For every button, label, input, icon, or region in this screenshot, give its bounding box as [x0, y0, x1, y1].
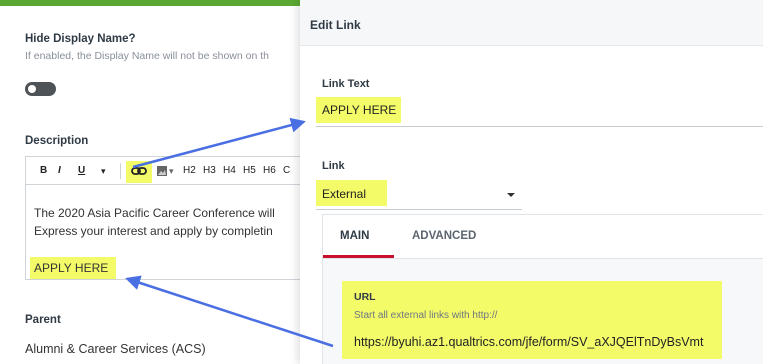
url-help: Start all external links with http://: [354, 310, 498, 321]
accent-bar: [0, 0, 300, 6]
description-label: Description: [25, 135, 89, 147]
apply-here-link[interactable]: APPLY HERE: [34, 261, 108, 275]
modal-header: Edit Link: [300, 0, 763, 46]
link-text-underline: [316, 126, 763, 127]
hide-display-name-toggle[interactable]: [25, 82, 56, 96]
heading-5-button[interactable]: H5: [243, 157, 256, 185]
toolbar-divider: [120, 163, 121, 179]
link-text-label: Link Text: [322, 78, 370, 90]
italic-button[interactable]: I: [58, 157, 61, 185]
hide-display-name-label: Hide Display Name?: [25, 33, 136, 45]
description-line: Express your interest and apply by compl…: [34, 224, 273, 238]
edit-link-panel: Edit Link Link Text APPLY HERE Link Exte…: [300, 0, 763, 364]
link-text-input[interactable]: APPLY HERE: [322, 103, 396, 117]
image-icon[interactable]: [156, 157, 168, 185]
parent-value[interactable]: Alumni & Career Services (ACS): [25, 342, 206, 356]
link-type-select[interactable]: External: [322, 187, 366, 201]
tab-advanced[interactable]: ADVANCED: [412, 215, 476, 257]
url-input[interactable]: https://byuhi.az1.qualtrics.com/jfe/form…: [354, 335, 703, 349]
underline-button[interactable]: U: [78, 157, 85, 185]
description-line: The 2020 Asia Pacific Career Conference …: [34, 206, 275, 220]
bold-button[interactable]: B: [40, 157, 47, 185]
image-dropdown-caret[interactable]: ▾: [169, 157, 174, 185]
hide-display-name-help: If enabled, the Display Name will not be…: [25, 50, 269, 62]
heading-3-button[interactable]: H3: [203, 157, 216, 185]
content-form: Hide Display Name? If enabled, the Displ…: [0, 0, 300, 364]
tab-main[interactable]: MAIN: [340, 215, 369, 257]
link-icon[interactable]: [131, 157, 147, 185]
chevron-down-icon[interactable]: [507, 193, 515, 197]
heading-2-button[interactable]: H2: [183, 157, 196, 185]
heading-6-button[interactable]: H6: [263, 157, 276, 185]
modal-title: Edit Link: [310, 18, 361, 32]
link-type-label: Link: [322, 160, 345, 172]
parent-label: Parent: [25, 314, 61, 326]
link-type-underline: [316, 209, 522, 210]
toggle-knob: [28, 85, 36, 93]
editor-toolbar: B I U ▾ ▾ H2 H3 H4 H5 H6 C: [26, 157, 300, 185]
text-format-dropdown[interactable]: ▾: [101, 157, 106, 185]
url-label: URL: [354, 291, 376, 303]
heading-4-button[interactable]: H4: [223, 157, 236, 185]
description-editor[interactable]: B I U ▾ ▾ H2 H3 H4 H5 H6 C The 2020 Asia…: [25, 156, 300, 280]
code-button[interactable]: C: [283, 157, 290, 185]
